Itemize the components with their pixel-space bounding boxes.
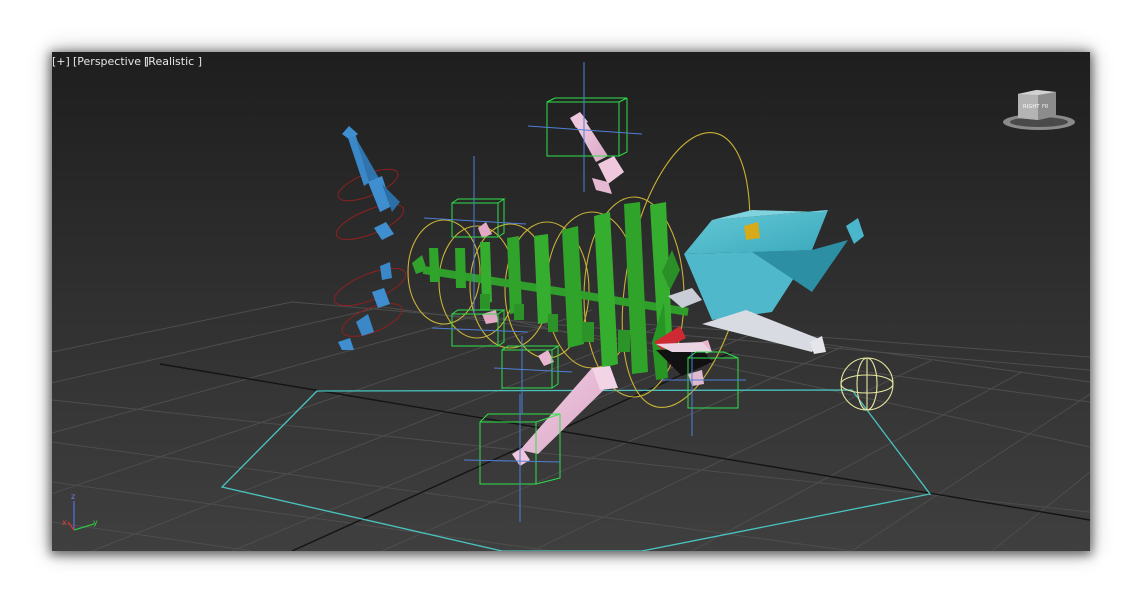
viewcube[interactable]: RIGHT FR	[1001, 86, 1077, 132]
cyan-head[interactable]	[668, 210, 864, 354]
axis-x-label: x	[62, 518, 67, 527]
green-spine[interactable]	[412, 202, 689, 380]
page: [+] [Perspective ] [Realistic ] z y x RI…	[0, 0, 1142, 604]
axis-z-label: z	[71, 492, 76, 501]
scene-canvas[interactable]	[52, 52, 1090, 551]
axis-y-label: y	[93, 518, 98, 527]
sphere-helper[interactable]	[840, 357, 894, 411]
viewcube-face-label: RIGHT	[1023, 104, 1040, 110]
axis-tripod	[67, 501, 95, 531]
selection-boxes	[451, 97, 739, 485]
viewport-view-label[interactable]: [Perspective ]	[73, 55, 149, 69]
viewport-menu-label[interactable]: [+]	[52, 55, 70, 69]
blue-bones[interactable]	[338, 126, 400, 350]
viewcube-side-label: FR	[1042, 104, 1049, 110]
viewport-shading-label[interactable]: [Realistic ]	[144, 55, 202, 69]
perspective-viewport[interactable]: [+] [Perspective ] [Realistic ] z y x RI…	[52, 52, 1090, 551]
grid-main-axes	[159, 351, 1090, 551]
